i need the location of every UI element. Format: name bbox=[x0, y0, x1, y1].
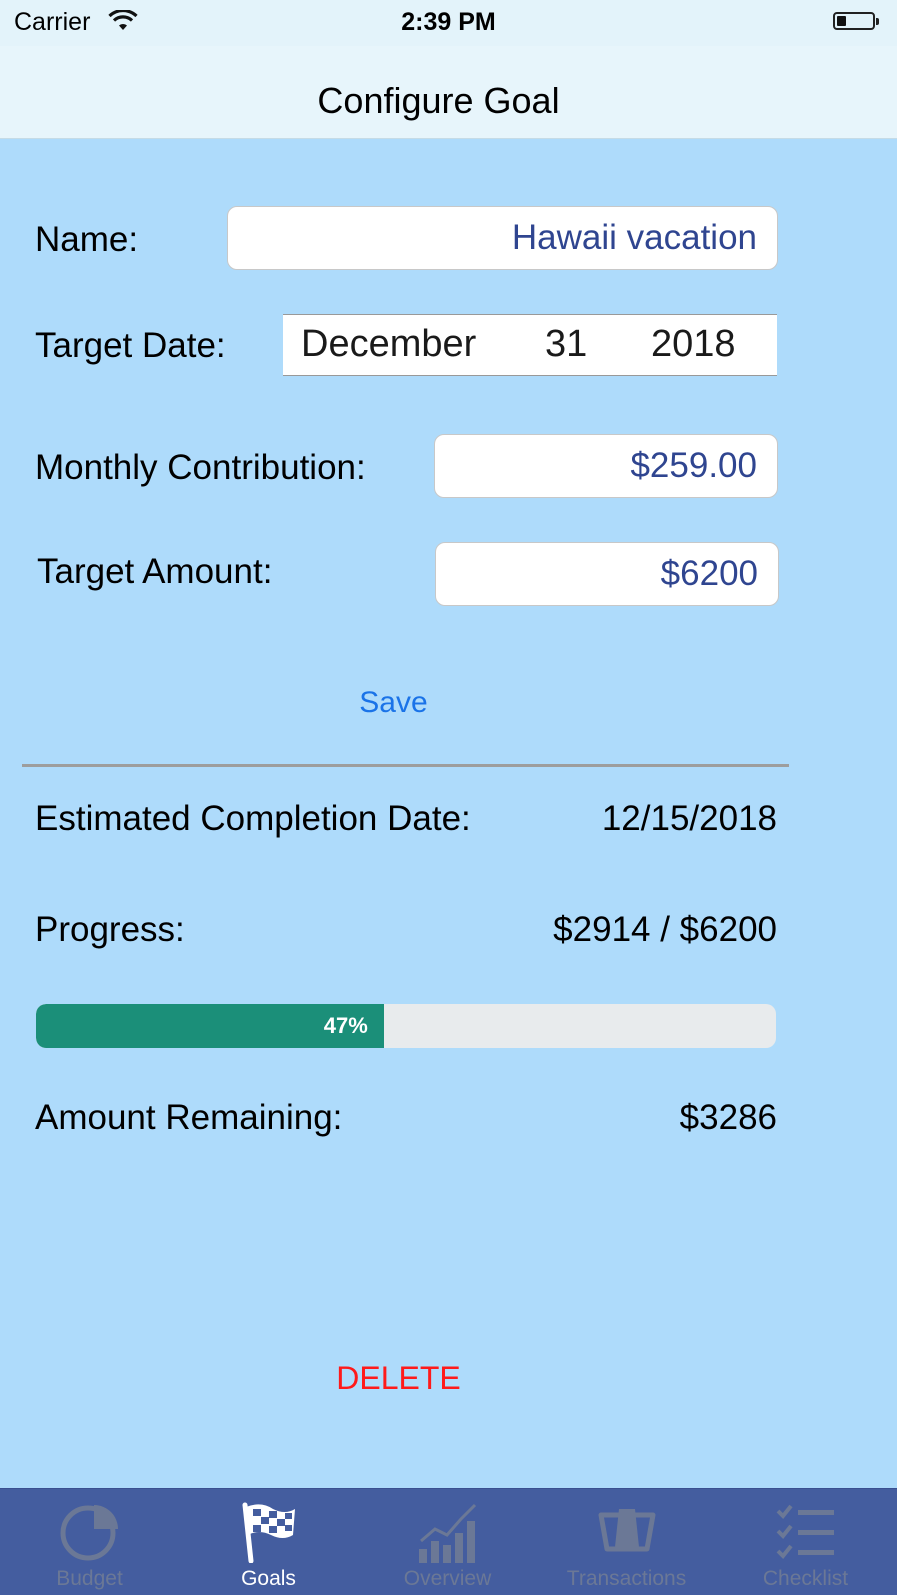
amount-remaining-value: $3286 bbox=[679, 1098, 777, 1137]
status-time: 2:39 PM bbox=[401, 8, 496, 36]
tab-overview[interactable]: Overview bbox=[358, 1489, 537, 1595]
date-picker-day[interactable]: 31 bbox=[545, 323, 587, 366]
tab-transactions-label: Transactions bbox=[566, 1567, 687, 1590]
target-date-picker[interactable]: December 31 2018 bbox=[283, 314, 777, 376]
target-amount-field[interactable]: $6200 bbox=[435, 542, 779, 606]
monthly-contribution-field[interactable]: $259.00 bbox=[434, 434, 778, 498]
tab-checklist-label: Checklist bbox=[762, 1567, 849, 1590]
divider bbox=[22, 764, 789, 767]
tab-transactions[interactable]: Transactions bbox=[537, 1489, 716, 1595]
tab-budget-label: Budget bbox=[56, 1567, 123, 1590]
receipt-icon bbox=[598, 1509, 655, 1552]
battery-icon bbox=[833, 12, 879, 30]
bar-chart-icon bbox=[418, 1503, 476, 1563]
name-label: Name: bbox=[35, 220, 139, 259]
tab-overview-label: Overview bbox=[403, 1567, 492, 1590]
tab-bar: Budget Goals Overview Transactions Check… bbox=[0, 1488, 897, 1595]
pie-chart-icon bbox=[60, 1505, 118, 1561]
progress-percent: 47% bbox=[323, 1013, 368, 1038]
date-picker-month[interactable]: December bbox=[301, 323, 476, 366]
target-date-label: Target Date: bbox=[35, 326, 226, 365]
save-button[interactable]: Save bbox=[0, 686, 787, 720]
progress-bar: 47% bbox=[36, 1004, 776, 1048]
name-field[interactable]: Hawaii vacation bbox=[227, 206, 778, 270]
tab-goals[interactable]: Goals bbox=[179, 1489, 358, 1595]
delete-button[interactable]: DELETE bbox=[0, 1360, 797, 1397]
monthly-contribution-label: Monthly Contribution: bbox=[35, 448, 366, 487]
target-amount-label: Target Amount: bbox=[37, 552, 273, 591]
estimated-completion-value: 12/15/2018 bbox=[601, 799, 777, 838]
tab-budget[interactable]: Budget bbox=[0, 1489, 179, 1595]
page-title: Configure Goal bbox=[317, 80, 560, 121]
amount-remaining-label: Amount Remaining: bbox=[35, 1098, 343, 1137]
checklist-icon bbox=[776, 1504, 834, 1559]
checkered-flag-icon bbox=[242, 1502, 295, 1563]
tab-checklist[interactable]: Checklist bbox=[716, 1489, 895, 1595]
tab-goals-label: Goals bbox=[241, 1567, 296, 1590]
progress-value: $2914 / $6200 bbox=[553, 910, 777, 949]
estimated-completion-label: Estimated Completion Date: bbox=[35, 799, 471, 838]
date-picker-year[interactable]: 2018 bbox=[651, 323, 736, 366]
progress-label: Progress: bbox=[35, 910, 185, 949]
progress-bar-fill: 47% bbox=[36, 1004, 384, 1048]
navigation-bar: Configure Goal bbox=[0, 46, 897, 139]
status-bar: Carrier 2:39 PM bbox=[0, 0, 897, 46]
